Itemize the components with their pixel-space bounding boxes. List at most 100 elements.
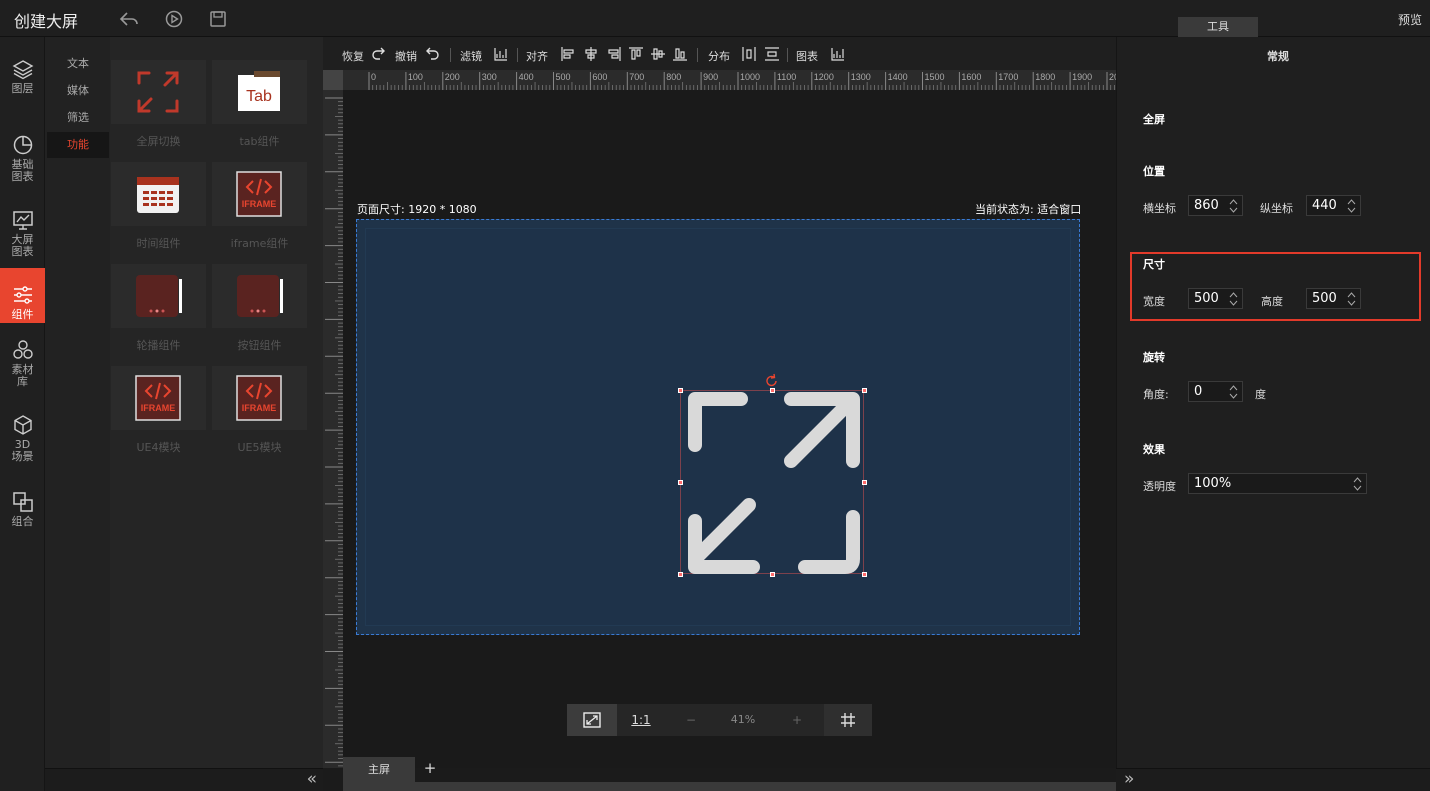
chart-label[interactable]: 图表 bbox=[796, 48, 818, 64]
nav-item-2[interactable]: 大屏 图表 bbox=[0, 205, 45, 265]
resize-handle-sw[interactable] bbox=[678, 572, 683, 577]
svg-text:IFRAME: IFRAME bbox=[141, 403, 176, 413]
subcategory-item[interactable]: 功能 bbox=[47, 132, 109, 158]
distribute-h-icon[interactable] bbox=[741, 46, 757, 62]
iframe-icon: IFRAME bbox=[236, 375, 282, 425]
x-label: 横坐标 bbox=[1143, 202, 1176, 215]
collapse-left-bar: « bbox=[45, 768, 323, 791]
align-center-h-icon[interactable] bbox=[583, 46, 599, 62]
component-tile[interactable]: Tab bbox=[212, 60, 307, 124]
tab-main-screen[interactable]: 主屏 bbox=[343, 757, 415, 782]
stepper-icon[interactable] bbox=[1229, 384, 1238, 400]
add-screen-button[interactable]: + bbox=[420, 757, 440, 782]
fit-window-icon bbox=[583, 712, 601, 728]
fullscreen-component[interactable] bbox=[678, 388, 867, 577]
collapse-left-icon[interactable]: « bbox=[307, 769, 317, 789]
redo-icon[interactable] bbox=[371, 46, 387, 62]
height-value: 500 bbox=[1312, 291, 1337, 306]
y-input[interactable]: 440 bbox=[1306, 195, 1361, 216]
distribute-label[interactable]: 分布 bbox=[708, 48, 730, 64]
rotate-icon[interactable] bbox=[764, 373, 780, 389]
collapse-right-icon[interactable]: » bbox=[1124, 769, 1134, 789]
resize-handle-w[interactable] bbox=[678, 480, 683, 485]
align-top-icon[interactable] bbox=[628, 46, 644, 62]
filter-chart-icon[interactable] bbox=[493, 46, 509, 62]
stepper-icon[interactable] bbox=[1353, 476, 1362, 492]
horizontal-scrollbar[interactable] bbox=[343, 782, 1116, 791]
save-icon[interactable] bbox=[207, 8, 229, 30]
tab-tools[interactable]: 工具 bbox=[1178, 17, 1258, 37]
one-to-one-button[interactable]: 1:1 bbox=[623, 704, 659, 736]
play-icon[interactable] bbox=[163, 8, 185, 30]
align-right-icon[interactable] bbox=[606, 46, 622, 62]
opacity-input[interactable]: 100% bbox=[1188, 473, 1367, 494]
nav-item-4[interactable]: 素材库 bbox=[0, 335, 45, 395]
collapse-right-bar: » bbox=[1116, 768, 1430, 791]
width-input[interactable]: 500 bbox=[1188, 288, 1243, 309]
calendar-icon bbox=[135, 171, 181, 221]
component-tile[interactable]: IFRAME bbox=[212, 162, 307, 226]
toolbar-divider bbox=[517, 48, 518, 62]
stepper-icon[interactable] bbox=[1347, 198, 1356, 214]
ruler-tick-label: 1400 bbox=[888, 72, 908, 82]
ruler-tick-label: 1100 bbox=[777, 72, 796, 82]
ruler-left bbox=[323, 90, 343, 768]
component-tile[interactable] bbox=[111, 60, 206, 124]
component-tile[interactable] bbox=[111, 264, 206, 328]
zoom-out-button[interactable]: − bbox=[673, 704, 709, 736]
zoom-level: 41% bbox=[730, 713, 756, 726]
grid-toggle-button[interactable] bbox=[824, 704, 872, 736]
align-left-icon[interactable] bbox=[560, 46, 576, 62]
svg-text:IFRAME: IFRAME bbox=[242, 199, 277, 209]
size-highlight-box bbox=[1130, 252, 1421, 321]
cube-icon bbox=[0, 414, 45, 436]
component-tile[interactable] bbox=[111, 162, 206, 226]
subcategory-item[interactable]: 文本 bbox=[47, 51, 109, 77]
nav-item-1[interactable]: 基础 图表 bbox=[0, 130, 45, 190]
x-value: 860 bbox=[1194, 198, 1219, 213]
fit-window-button[interactable] bbox=[567, 704, 617, 736]
align-bottom-icon[interactable] bbox=[672, 46, 688, 62]
component-tile[interactable]: IFRAME bbox=[111, 366, 206, 430]
subcategory-item[interactable]: 筛选 bbox=[47, 105, 109, 131]
resize-handle-nw[interactable] bbox=[678, 388, 683, 393]
x-input[interactable]: 860 bbox=[1188, 195, 1243, 216]
nav-item-0[interactable]: 图层 bbox=[0, 54, 45, 114]
chart-icon[interactable] bbox=[830, 46, 846, 62]
fullscreen-icon bbox=[135, 69, 181, 119]
nav-item-3[interactable]: 组件 bbox=[0, 268, 45, 323]
redo-label[interactable]: 恢复 bbox=[342, 48, 364, 64]
height-input[interactable]: 500 bbox=[1306, 288, 1361, 309]
resize-handle-se[interactable] bbox=[862, 572, 867, 577]
pie-chart-icon bbox=[0, 134, 45, 156]
stepper-icon[interactable] bbox=[1229, 291, 1238, 307]
undo-icon[interactable] bbox=[424, 46, 440, 62]
distribute-v-icon[interactable] bbox=[764, 46, 780, 62]
align-middle-icon[interactable] bbox=[650, 46, 666, 62]
tab-icon: Tab bbox=[236, 69, 282, 119]
angle-input[interactable]: 0 bbox=[1188, 381, 1243, 402]
iframe-icon: IFRAME bbox=[236, 171, 282, 221]
component-tile[interactable] bbox=[212, 264, 307, 328]
preview-button[interactable]: 预览 bbox=[1398, 11, 1422, 28]
fullscreen-title: 全屏 bbox=[1143, 113, 1165, 126]
stepper-icon[interactable] bbox=[1347, 291, 1356, 307]
align-label[interactable]: 对齐 bbox=[526, 48, 548, 64]
button-icon bbox=[236, 273, 284, 323]
back-icon[interactable] bbox=[118, 8, 140, 30]
zoom-in-button[interactable]: + bbox=[779, 704, 815, 736]
ruler-tick-label: 1200 bbox=[814, 72, 834, 82]
resize-handle-ne[interactable] bbox=[862, 388, 867, 393]
nav-item-5[interactable]: 3D 场景 bbox=[0, 410, 45, 470]
undo-label[interactable]: 撤销 bbox=[395, 48, 417, 64]
resize-handle-e[interactable] bbox=[862, 480, 867, 485]
filter-label[interactable]: 滤镜 bbox=[460, 48, 482, 64]
stepper-icon[interactable] bbox=[1229, 198, 1238, 214]
component-tile[interactable]: IFRAME bbox=[212, 366, 307, 430]
current-state-label: 当前状态为: 适合窗口 bbox=[975, 203, 1082, 216]
component-label: UE4模块 bbox=[136, 441, 181, 454]
nav-item-6[interactable]: 组合 bbox=[0, 487, 45, 547]
component-label: 时间组件 bbox=[136, 237, 181, 250]
subcategory-item[interactable]: 媒体 bbox=[47, 78, 109, 104]
resize-handle-s[interactable] bbox=[770, 572, 775, 577]
